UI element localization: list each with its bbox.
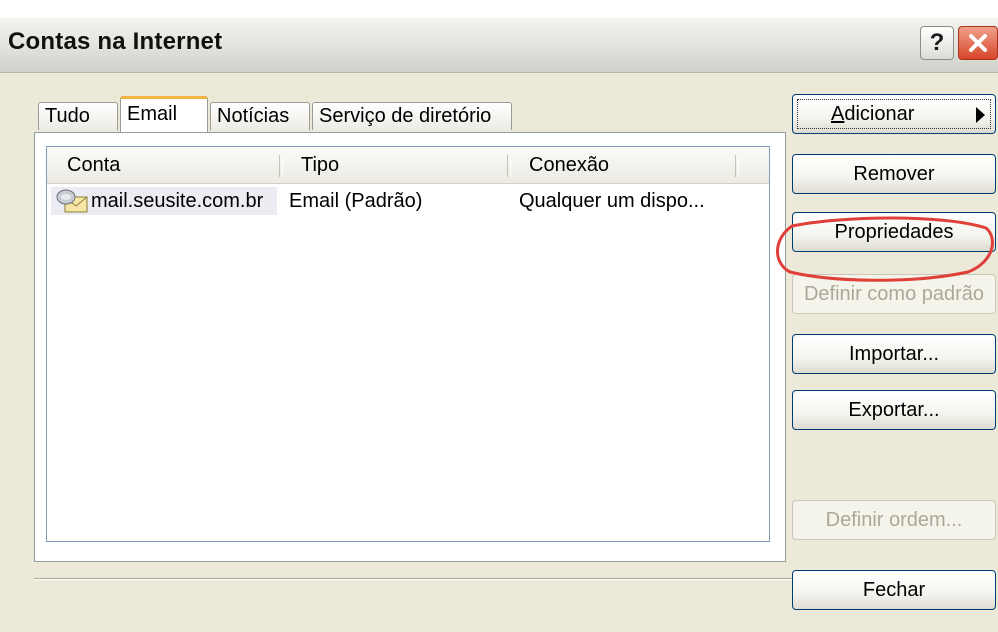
- tab-servico-diretorio[interactable]: Serviço de diretório: [312, 102, 512, 130]
- column-divider[interactable]: [735, 155, 739, 177]
- column-header-tipo[interactable]: Tipo: [281, 147, 507, 183]
- tab-tudo[interactable]: Tudo: [38, 102, 118, 130]
- account-name: mail.seusite.com.br: [91, 190, 264, 212]
- set-order-button[interactable]: Definir ordem...: [792, 500, 996, 540]
- list-header: Conta Tipo Conexão: [47, 147, 769, 184]
- remove-button[interactable]: Remover: [792, 154, 996, 194]
- account-name-cell: mail.seusite.com.br: [51, 187, 277, 215]
- account-type: Email (Padrão): [289, 190, 423, 212]
- column-header-conexao[interactable]: Conexão: [509, 147, 735, 183]
- mail-account-icon: [56, 189, 88, 213]
- window-title: Contas na Internet: [8, 28, 223, 55]
- list-item[interactable]: mail.seusite.com.br Email (Padrão) Qualq…: [51, 187, 765, 215]
- add-button[interactable]: Adicionar: [792, 94, 996, 134]
- set-default-button[interactable]: Definir como padrão: [792, 274, 996, 314]
- submenu-arrow-icon: [976, 107, 985, 123]
- help-icon: ?: [929, 29, 945, 56]
- help-button[interactable]: ?: [920, 26, 954, 60]
- close-button[interactable]: Fechar: [792, 570, 996, 610]
- import-button[interactable]: Importar...: [792, 334, 996, 374]
- close-icon: [969, 34, 987, 52]
- accounts-dialog: Contas na Internet ? Tudo Email Notícias…: [0, 18, 998, 632]
- tab-noticias[interactable]: Notícias: [210, 102, 310, 130]
- properties-button[interactable]: Propriedades: [792, 212, 996, 252]
- tab-email[interactable]: Email: [120, 96, 208, 132]
- close-window-button[interactable]: [958, 26, 998, 60]
- focus-rectangle: [797, 99, 991, 129]
- export-button[interactable]: Exportar...: [792, 390, 996, 430]
- accounts-list[interactable]: Conta Tipo Conexão mail.seusite.com.br E…: [46, 146, 770, 542]
- column-header-conta[interactable]: Conta: [47, 147, 279, 183]
- title-bar[interactable]: Contas na Internet ?: [0, 18, 998, 73]
- account-connection: Qualquer um dispo...: [519, 190, 705, 212]
